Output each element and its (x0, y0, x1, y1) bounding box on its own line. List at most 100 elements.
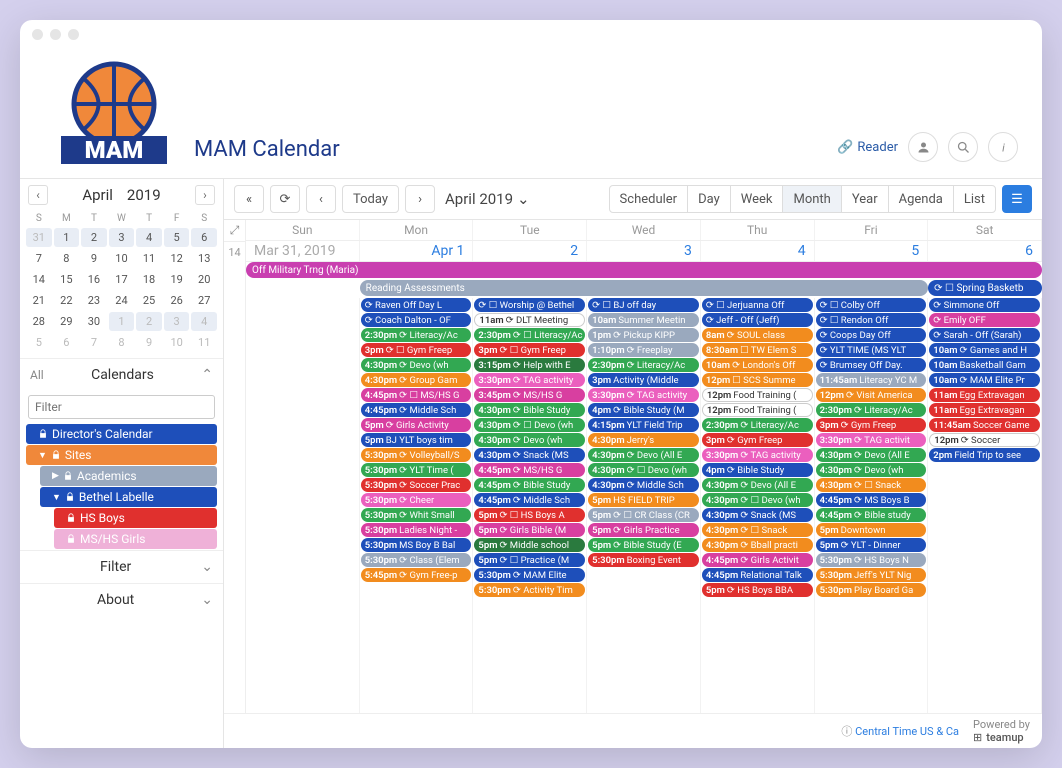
event[interactable]: 5:30pm Jeff's YLT Nig (816, 568, 927, 582)
mini-day[interactable]: 12 (164, 249, 190, 268)
mini-day[interactable]: 29 (54, 312, 80, 331)
mini-day[interactable]: 21 (26, 291, 52, 310)
event[interactable]: ⟳ Brumsey Off Day. (816, 358, 927, 372)
mini-day[interactable]: 7 (26, 249, 52, 268)
event[interactable]: 12pm ☐ SCS Summe (702, 373, 813, 387)
event[interactable]: 4:45pm ⟳ Bible Study (474, 478, 585, 492)
allday-event[interactable]: Off Military Trng (Maria) (246, 262, 1042, 278)
mini-day[interactable]: 9 (81, 249, 107, 268)
event[interactable]: 4:30pm Jerry's (588, 433, 699, 447)
mini-cal-next[interactable]: › (195, 185, 215, 205)
event[interactable]: 4:30pm ⟳ ☐ Devo (wh (588, 463, 699, 477)
mini-cal-prev[interactable]: ‹ (28, 185, 48, 205)
mini-day[interactable]: 25 (136, 291, 162, 310)
event[interactable]: 5:30pm Play Board Ga (816, 583, 927, 597)
event[interactable]: 2:30pm ⟳ Literacy/Ac (361, 328, 472, 342)
event[interactable]: 5pm ⟳ HS Boys BBA (702, 583, 813, 597)
mini-day[interactable]: 8 (109, 333, 135, 352)
date-cell[interactable]: 5 (815, 241, 929, 261)
event[interactable]: ⟳ ☐ Worship @ Bethel (474, 298, 585, 312)
event[interactable]: 10am Basketball Gam (929, 358, 1040, 372)
filter-section[interactable]: Filter ⌄ (20, 551, 223, 583)
event[interactable]: 8:30am ☐ TW Elem S (702, 343, 813, 357)
event[interactable]: ⟳ Coops Day Off (816, 328, 927, 342)
mini-day[interactable]: 2 (136, 312, 162, 331)
event[interactable]: 1pm ⟳ Pickup KIPP (588, 328, 699, 342)
mini-day[interactable]: 26 (164, 291, 190, 310)
event[interactable]: 3:30pm ⟳ TAG activity (474, 373, 585, 387)
event[interactable]: 11am Egg Extravagan (929, 388, 1040, 402)
event[interactable]: 5pm HS FIELD TRIP (588, 493, 699, 507)
event[interactable]: 4:45pm ⟳ ☐ MS/HS G (361, 388, 472, 402)
event[interactable]: 2:30pm ⟳ Literacy/Ac (588, 358, 699, 372)
calendars-header[interactable]: All Calendars ⌃ (20, 359, 223, 391)
event[interactable]: 5pm ⟳ Middle school (474, 538, 585, 552)
event[interactable]: 4:45pm ⟳ MS Boys B (816, 493, 927, 507)
event[interactable]: 5:30pm ⟳ Class (Elem (361, 553, 472, 567)
info-icon[interactable]: i (988, 132, 1018, 162)
date-cell[interactable]: Mar 31, 2019 (246, 241, 360, 261)
event[interactable]: 3pm ⟳ Gym Freep (816, 418, 927, 432)
next-button[interactable]: › (405, 185, 435, 213)
event[interactable]: 4:30pm ⟳ ☐ Snack (702, 523, 813, 537)
mini-day[interactable]: 1 (54, 228, 80, 247)
event[interactable]: 5pm ⟳ Girls Bible (M (474, 523, 585, 537)
date-cell[interactable]: 3 (587, 241, 701, 261)
window-max-dot[interactable] (68, 29, 79, 40)
event[interactable]: 2:30pm ⟳ ☐ Literacy/Ac (474, 328, 585, 342)
event[interactable]: 3:30pm ⟳ TAG activity (702, 448, 813, 462)
event[interactable]: 11am Egg Extravagan (929, 403, 1040, 417)
event[interactable]: 4:15pm YLT Field Trip (588, 418, 699, 432)
event[interactable]: 3pm ⟳ ☐ Gym Freep (474, 343, 585, 357)
about-section[interactable]: About ⌄ (20, 584, 223, 616)
event[interactable]: 10am ⟳ Games and H (929, 343, 1040, 357)
date-cell[interactable]: 6 (928, 241, 1042, 261)
event[interactable]: 4:45pm ⟳ Middle Sch (474, 493, 585, 507)
allday-event[interactable]: ⟳ ☐ Spring Basketb (928, 280, 1042, 296)
event[interactable]: 4:30pm ⟳ ☐ Snack (816, 478, 927, 492)
event[interactable]: 4:45pm Relational Talk (702, 568, 813, 582)
event[interactable]: 5:30pm Boxing Event (588, 553, 699, 567)
event[interactable]: 3pm ⟳ ☐ Gym Freep (361, 343, 472, 357)
event[interactable]: 5:30pm ⟳ Soccer Prac (361, 478, 472, 492)
window-close-dot[interactable] (32, 29, 43, 40)
event[interactable]: ⟳ Raven Off Day L (361, 298, 472, 312)
mini-day[interactable]: 4 (191, 312, 217, 331)
user-icon[interactable] (908, 132, 938, 162)
timezone-link[interactable]: Central Time US & Ca (855, 725, 959, 738)
mini-day[interactable]: 8 (54, 249, 80, 268)
mini-day[interactable]: 10 (164, 333, 190, 352)
event[interactable]: 10am ⟳ London's Off (702, 358, 813, 372)
mini-day[interactable]: 31 (26, 228, 52, 247)
event[interactable]: 5:30pm ⟳ Activity Tim (474, 583, 585, 597)
mini-day[interactable]: 11 (191, 333, 217, 352)
mini-day[interactable]: 23 (81, 291, 107, 310)
event[interactable]: ⟳ Emily OFF (929, 313, 1040, 327)
event[interactable]: 4:30pm ⟳ Devo (wh (816, 463, 927, 477)
calendar-item[interactable]: ▼Bethel Labelle (40, 487, 217, 507)
refresh-button[interactable]: ⟳ (270, 185, 300, 213)
mini-day[interactable]: 3 (109, 228, 135, 247)
reader-link[interactable]: 🔗Reader (837, 140, 898, 155)
event[interactable]: ⟳ Simmone Off (929, 298, 1040, 312)
mini-day[interactable]: 28 (26, 312, 52, 331)
mini-day[interactable]: 13 (191, 249, 217, 268)
event[interactable]: 4:30pm ⟳ Bball practi (702, 538, 813, 552)
event[interactable]: 4:30pm ⟳ Devo (All E (816, 448, 927, 462)
mini-day[interactable]: 1 (109, 312, 135, 331)
collapse-sidebar-button[interactable]: « (234, 185, 264, 213)
mini-day[interactable]: 16 (81, 270, 107, 289)
mini-day[interactable]: 30 (81, 312, 107, 331)
event[interactable]: 10am Summer Meetin (588, 313, 699, 327)
event[interactable]: 4:45pm ⟳ Bible study (816, 508, 927, 522)
date-cell[interactable]: Apr 1 (360, 241, 474, 261)
mini-day[interactable]: 20 (191, 270, 217, 289)
event[interactable]: 12pm Food Training ( (702, 388, 813, 402)
calendar-filter-input[interactable] (28, 395, 215, 419)
mini-day[interactable]: 2 (81, 228, 107, 247)
event[interactable]: 3pm ⟳ Gym Freep (702, 433, 813, 447)
event[interactable]: ⟳ ☐ Colby Off (816, 298, 927, 312)
mini-day[interactable]: 6 (191, 228, 217, 247)
mini-day[interactable]: 14 (26, 270, 52, 289)
event[interactable]: 3:30pm ⟳ TAG activity (588, 388, 699, 402)
